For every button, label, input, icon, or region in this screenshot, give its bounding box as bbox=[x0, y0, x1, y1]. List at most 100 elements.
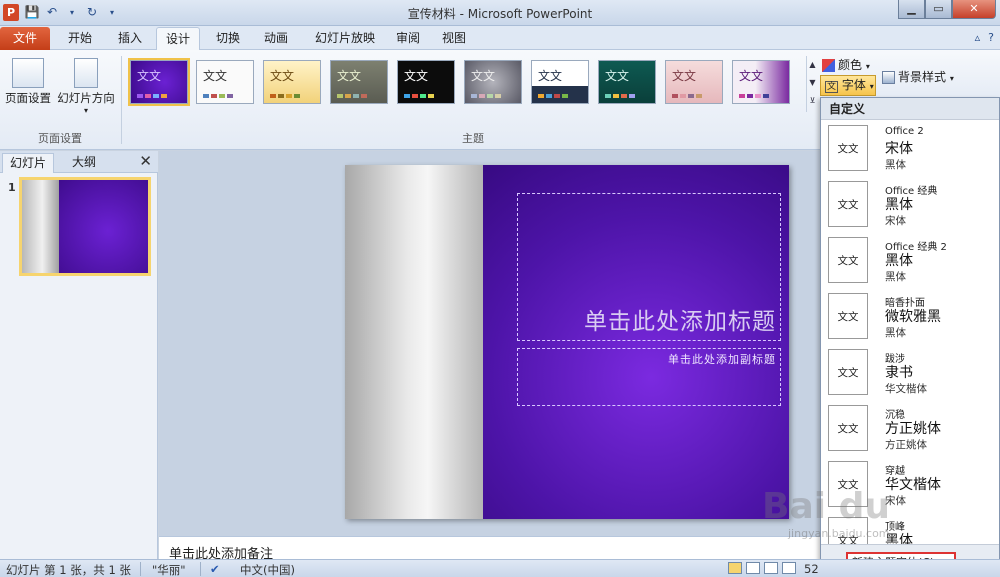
theme-thumb[interactable]: 文文 bbox=[464, 60, 522, 104]
tab-animations[interactable]: 动画 bbox=[254, 27, 298, 50]
slide-orientation-icon bbox=[74, 58, 98, 88]
heading-font: 微软雅黑 bbox=[885, 309, 941, 325]
theme-thumb[interactable]: 文文 bbox=[263, 60, 321, 104]
tab-review[interactable]: 审阅 bbox=[388, 27, 428, 50]
window-controls: ▁ ▭ ✕ bbox=[898, 0, 996, 19]
tab-design[interactable]: 设计 bbox=[156, 27, 200, 50]
language-status[interactable]: 中文(中国) bbox=[240, 562, 295, 577]
chevron-down-icon: ▾ bbox=[865, 62, 870, 71]
heading-font: 黑体 bbox=[885, 253, 913, 269]
slide-editor: 单击此处添加标题 单击此处添加副标题 bbox=[159, 151, 820, 536]
page-setup-button[interactable]: 页面设置 bbox=[4, 58, 52, 106]
background-styles-button[interactable]: 背景样式 ▾ bbox=[882, 68, 954, 85]
fonts-button[interactable]: 文 字体 ▾ bbox=[820, 75, 876, 96]
pane-tabs: 幻灯片 大纲 ✕ bbox=[0, 151, 158, 173]
body-font: 黑体 bbox=[885, 159, 906, 171]
help-icon[interactable]: ? bbox=[988, 31, 994, 44]
status-bar: 幻灯片 第 1 张，共 1 张 "华丽" ✔ 中文(中国) 52 bbox=[0, 559, 1000, 577]
title-placeholder[interactable]: 单击此处添加标题 bbox=[517, 193, 781, 341]
body-font: 黑体 bbox=[885, 271, 906, 283]
tab-slides[interactable]: 幻灯片 bbox=[2, 153, 54, 173]
divider bbox=[200, 562, 201, 576]
theme-thumb[interactable]: 文文 bbox=[128, 58, 190, 106]
themes-gallery: 文文 文文 文文 文文 文文 文文 文文 文文 文文 文文 bbox=[126, 56, 806, 112]
tab-transitions[interactable]: 切换 bbox=[206, 27, 250, 50]
font-preview-thumb: 文文 bbox=[828, 237, 868, 283]
subtitle-placeholder[interactable]: 单击此处添加副标题 bbox=[517, 348, 781, 406]
ribbon-design: 页面设置 幻灯片方向 ▾ 页面设置 文文 文文 文文 文文 文文 文文 文文 文… bbox=[0, 50, 822, 150]
font-preview-thumb: 文文 bbox=[828, 181, 868, 227]
help-area: ▵ ? bbox=[975, 31, 994, 44]
font-theme-name: Office 2 bbox=[885, 126, 924, 137]
ribbon-tab-bar: 文件 开始 插入 设计 切换 动画 幻灯片放映 审阅 视图 ▵ ? bbox=[0, 26, 1000, 50]
slide-canvas[interactable]: 单击此处添加标题 单击此处添加副标题 bbox=[345, 165, 789, 519]
gallery-more-icon[interactable]: ⊻ bbox=[807, 92, 818, 110]
font-option[interactable]: 文文 Office 经典 2 黑体 黑体 bbox=[821, 233, 999, 289]
background-styles-icon bbox=[882, 71, 895, 84]
font-option[interactable]: 文文 Office 2 宋体 黑体 bbox=[821, 121, 999, 177]
title-bar: P 💾 ↶ ▾ ↻ ▾ 宣传材料 - Microsoft PowerPoint … bbox=[0, 0, 1000, 26]
theme-thumb[interactable]: 文文 bbox=[598, 60, 656, 104]
tab-outline[interactable]: 大纲 bbox=[58, 153, 110, 173]
slide-sorter-icon[interactable] bbox=[746, 562, 760, 574]
slide-gray-band bbox=[345, 165, 483, 519]
close-pane-icon[interactable]: ✕ bbox=[139, 152, 152, 170]
baidu-watermark-logo: Bai du bbox=[762, 486, 891, 527]
zoom-level[interactable]: 52 bbox=[804, 562, 819, 576]
heading-font: 华文楷体 bbox=[885, 477, 941, 493]
window-title: 宣传材料 - Microsoft PowerPoint bbox=[407, 7, 593, 21]
body-font: 宋体 bbox=[885, 215, 906, 227]
font-option[interactable]: 文文 沉稳 方正姚体 方正姚体 bbox=[821, 401, 999, 457]
heading-font: 方正姚体 bbox=[885, 421, 941, 437]
thumb-purple-area bbox=[59, 180, 148, 273]
minimize-button[interactable]: ▁ bbox=[898, 0, 925, 19]
slideshow-icon[interactable] bbox=[782, 562, 796, 574]
font-option[interactable]: 文文 Office 经典 黑体 宋体 bbox=[821, 177, 999, 233]
maximize-button[interactable]: ▭ bbox=[925, 0, 952, 19]
tab-view[interactable]: 视图 bbox=[434, 27, 474, 50]
body-font: 方正姚体 bbox=[885, 439, 927, 451]
theme-name-status: "华丽" bbox=[152, 563, 186, 577]
divider bbox=[140, 562, 141, 576]
theme-thumb[interactable]: 文文 bbox=[397, 60, 455, 104]
tab-home[interactable]: 开始 bbox=[58, 27, 102, 50]
theme-thumb[interactable]: 文文 bbox=[196, 60, 254, 104]
slide-thumbnail[interactable] bbox=[19, 177, 151, 276]
slide-orientation-button[interactable]: 幻灯片方向 ▾ bbox=[56, 58, 116, 115]
normal-view-icon[interactable] bbox=[728, 562, 742, 574]
theme-thumb[interactable]: 文文 bbox=[330, 60, 388, 104]
colors-icon bbox=[822, 59, 835, 72]
theme-thumb[interactable]: 文文 bbox=[665, 60, 723, 104]
font-preview-thumb: 文文 bbox=[828, 293, 868, 339]
font-option[interactable]: 文文 跋涉 隶书 华文楷体 bbox=[821, 345, 999, 401]
theme-thumb[interactable]: 文文 bbox=[732, 60, 790, 104]
tab-file[interactable]: 文件 bbox=[0, 27, 50, 50]
font-option[interactable]: 文文 暗香扑面 微软雅黑 黑体 bbox=[821, 289, 999, 345]
slide-number: 1 bbox=[8, 181, 16, 194]
group-label-page-setup: 页面设置 bbox=[38, 132, 82, 145]
tab-slideshow[interactable]: 幻灯片放映 bbox=[306, 27, 384, 50]
group-label-themes: 主题 bbox=[462, 132, 484, 145]
thumb-gray-band bbox=[22, 180, 59, 273]
slide-count-status: 幻灯片 第 1 张，共 1 张 bbox=[6, 563, 131, 577]
scroll-down-icon[interactable]: ▼ bbox=[807, 74, 818, 92]
notes-pane[interactable]: 单击此处添加备注 bbox=[159, 536, 820, 562]
chevron-down-icon: ▾ bbox=[869, 82, 874, 91]
close-button[interactable]: ✕ bbox=[952, 0, 996, 19]
reading-view-icon[interactable] bbox=[764, 562, 778, 574]
dropdown-header: 自定义 bbox=[821, 98, 999, 120]
tab-insert[interactable]: 插入 bbox=[108, 27, 152, 50]
scroll-up-icon[interactable]: ▲ bbox=[807, 56, 818, 74]
chevron-down-icon: ▾ bbox=[949, 74, 954, 83]
colors-button[interactable]: 颜色 ▾ bbox=[822, 56, 870, 73]
theme-thumb[interactable]: 文文 bbox=[531, 60, 589, 104]
gallery-scroll: ▲ ▼ ⊻ bbox=[806, 56, 818, 112]
body-font: 黑体 bbox=[885, 327, 906, 339]
collapse-ribbon-icon[interactable]: ▵ bbox=[975, 31, 981, 44]
fonts-icon: 文 bbox=[825, 81, 839, 93]
page-setup-icon bbox=[12, 58, 44, 88]
spell-check-icon[interactable]: ✔ bbox=[210, 562, 220, 576]
chevron-down-icon: ▾ bbox=[83, 106, 88, 115]
heading-font: 宋体 bbox=[885, 141, 913, 157]
group-divider bbox=[121, 56, 122, 144]
